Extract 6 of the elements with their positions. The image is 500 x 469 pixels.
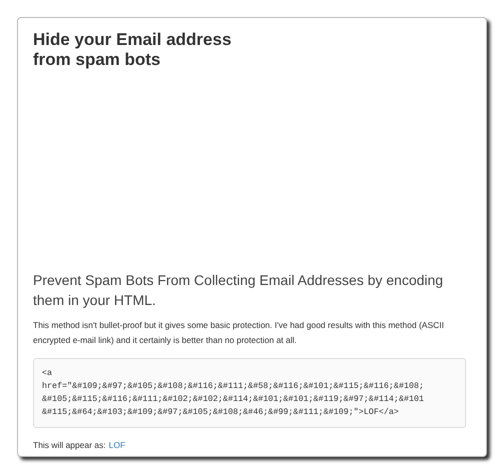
- description-text: This method isn't bullet-proof but it gives some basic protection. I've had good results with this method (ASCII encrypted e-mail link) and it certainly is better than no protection at all.: [33, 319, 445, 347]
- result-link[interactable]: LOF: [108, 439, 126, 452]
- result-label: This will appear as:: [33, 439, 106, 452]
- page-title: Hide your Email address from spam bots: [33, 30, 232, 70]
- code-block: <a href="&#109;&#97;&#105;&#108;&#116;&#111;&#58;&#116;&#101;&#115;&#116;&#108; &#105;&#115;&#116;&#111;&#102;&#102;&#114;&#101;&#101;&#119;&#97;&#114;&#101 &#115;&#64;&#103;&#109;&#97;&#105;&#108;&#46;&#99;&#111;&#109;">LOF</a>: [33, 358, 466, 428]
- section-heading: Prevent Spam Bots From Collecting Email Addresses by encoding them in your HTML.: [33, 271, 444, 310]
